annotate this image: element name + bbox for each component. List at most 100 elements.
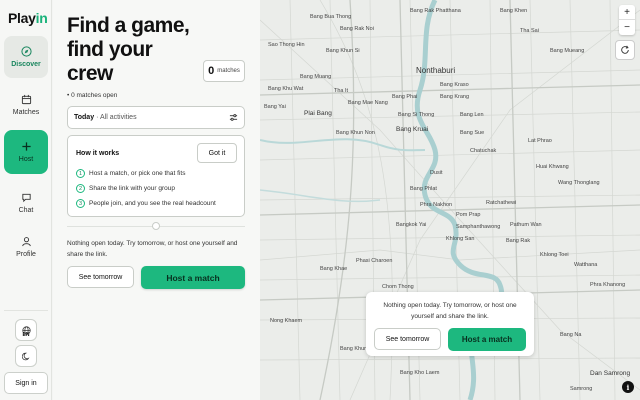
info-icon[interactable]: i (622, 381, 634, 393)
nav-chat-label: Chat (18, 207, 34, 214)
nav-profile[interactable]: Profile (4, 226, 48, 268)
chat-bubble-icon (21, 193, 31, 203)
step-number: 2 (76, 184, 85, 193)
refresh-icon (621, 45, 629, 54)
nav-rail: Playin Discover Matches Host Chat Profil… (0, 0, 52, 400)
map-label: Bang Sue (460, 130, 485, 136)
zoom-in-button[interactable]: + (619, 5, 635, 20)
how-it-works-card: How it works Got it 1 Host a match, or p… (67, 135, 245, 217)
map-label: Bang Khae (320, 266, 348, 272)
nav-profile-label: Profile (16, 251, 36, 258)
map-label: Sao Thong Hin (268, 42, 305, 48)
map-label: Bang Krang (440, 94, 470, 100)
language-label: EN (22, 332, 30, 338)
nav-matches-label: Matches (12, 109, 40, 116)
map-label: Samphanthawong (456, 224, 501, 230)
map-label: Ratchathewi (486, 200, 517, 206)
got-it-button[interactable]: Got it (197, 143, 237, 163)
map-label: Lat Phrao (528, 138, 552, 144)
map-view[interactable]: Bang Bua Thong Bang Rak Phatthana Bang K… (260, 0, 640, 400)
map-label: Bangkok Yai (396, 222, 427, 228)
map-label: Plai Bang (304, 110, 332, 117)
map-label: Tha It (334, 88, 349, 94)
map-label: Bang Phlat (410, 186, 437, 192)
map-label: Bang Rak (506, 238, 531, 244)
map-label: Khlong Toei (540, 252, 569, 258)
map-label: Chatuchak (470, 148, 497, 154)
plus-icon (21, 142, 31, 151)
map-label: Bang Bua Thong (310, 14, 352, 20)
map-label: Pathum Wan (510, 222, 542, 228)
map-label: Bang Kruai (396, 126, 429, 133)
app-logo[interactable]: Playin (8, 10, 48, 26)
refresh-button[interactable] (615, 40, 635, 60)
matches-open-status: • 0 matches open (67, 92, 118, 99)
page-title: Find a game, find your crew (67, 14, 190, 85)
map-label: Huai Khwang (536, 164, 569, 170)
map-label: Tha Sai (520, 28, 539, 34)
map-label: Nonthaburi (416, 66, 456, 75)
filter-activity: · All activities (96, 114, 137, 121)
moon-icon (21, 352, 29, 360)
map-label: Bang Rak Phatthana (410, 8, 461, 14)
see-tomorrow-button[interactable]: See tomorrow (67, 266, 134, 288)
map-label: Phra Nakhon (420, 202, 453, 208)
map-label: Bang Kraso (440, 82, 469, 88)
step-text: People join, and you see the real headco… (89, 200, 216, 207)
zoom-control: + − (619, 5, 635, 35)
empty-state-message: Nothing open today. Try tomorrow, or hos… (67, 240, 238, 258)
map-label: Bang Si Thong (398, 112, 435, 118)
map-label: Dan Samrong (590, 370, 631, 377)
how-it-works-title: How it works (76, 150, 120, 157)
step-number: 3 (76, 199, 85, 208)
map-label: Bang Khen (500, 8, 528, 14)
map-label: Chom Thong (382, 284, 414, 290)
nav-discover[interactable]: Discover (4, 36, 48, 78)
map-label: Wang Thonglang (558, 180, 600, 186)
match-count-number: 0 (208, 65, 215, 77)
map-label: Bang Yai (264, 104, 286, 110)
step-item: 1 Host a match, or pick one that fits (76, 169, 185, 178)
rail-divider (4, 310, 48, 311)
map-label: Bang Phai (392, 94, 418, 100)
map-label: Bang Na (560, 332, 582, 338)
zoom-out-button[interactable]: − (619, 20, 635, 35)
map-empty-message: Nothing open today. Try tomorrow, or hos… (383, 302, 517, 320)
filter-day: Today (74, 114, 95, 121)
nav-host[interactable]: Host (4, 130, 48, 174)
panel-resize-handle[interactable] (152, 222, 160, 230)
step-text: Host a match, or pick one that fits (89, 170, 186, 177)
theme-toggle-button[interactable] (15, 345, 37, 367)
map-label: Bang Khun Si (326, 48, 360, 54)
step-item: 2 Share the link with your group (76, 184, 175, 193)
match-count-label: matches (217, 68, 240, 74)
map-label: Bang Khun Non (336, 130, 375, 136)
map-label: Pom Prap (456, 212, 481, 218)
map-empty-card: Nothing open today. Try tomorrow, or hos… (366, 292, 534, 356)
host-match-button[interactable]: Host a match (141, 266, 245, 289)
map-label: Phra Khanong (590, 282, 626, 288)
map-label: Watthana (574, 262, 598, 268)
map-label: Khlong San (446, 236, 475, 242)
map-label: Dusit (430, 170, 443, 176)
map-see-tomorrow-button[interactable]: See tomorrow (374, 328, 441, 350)
map-label: Bang Mae Nang (348, 100, 388, 106)
map-label: Bang Kho Laem (400, 370, 440, 376)
nav-matches[interactable]: Matches (4, 84, 48, 126)
sliders-icon[interactable] (229, 113, 238, 122)
sign-in-button[interactable]: Sign in (4, 372, 48, 394)
nav-discover-label: Discover (11, 61, 41, 68)
user-icon (21, 237, 31, 247)
activity-filter[interactable]: Today · All activities (67, 106, 245, 129)
match-count-badge: 0 matches (203, 60, 245, 82)
nav-chat[interactable]: Chat (4, 182, 48, 224)
map-host-match-button[interactable]: Host a match (448, 328, 526, 351)
map-label: Bang Rak Noi (340, 26, 374, 32)
map-label: Samrong (570, 386, 593, 392)
step-number: 1 (76, 169, 85, 178)
step-item: 3 People join, and you see the real head… (76, 199, 216, 208)
compass-icon (20, 46, 32, 57)
step-text: Share the link with your group (89, 185, 175, 192)
discover-panel: Find a game, find your crew 0 matches • … (53, 0, 260, 400)
calendar-icon (21, 94, 31, 105)
